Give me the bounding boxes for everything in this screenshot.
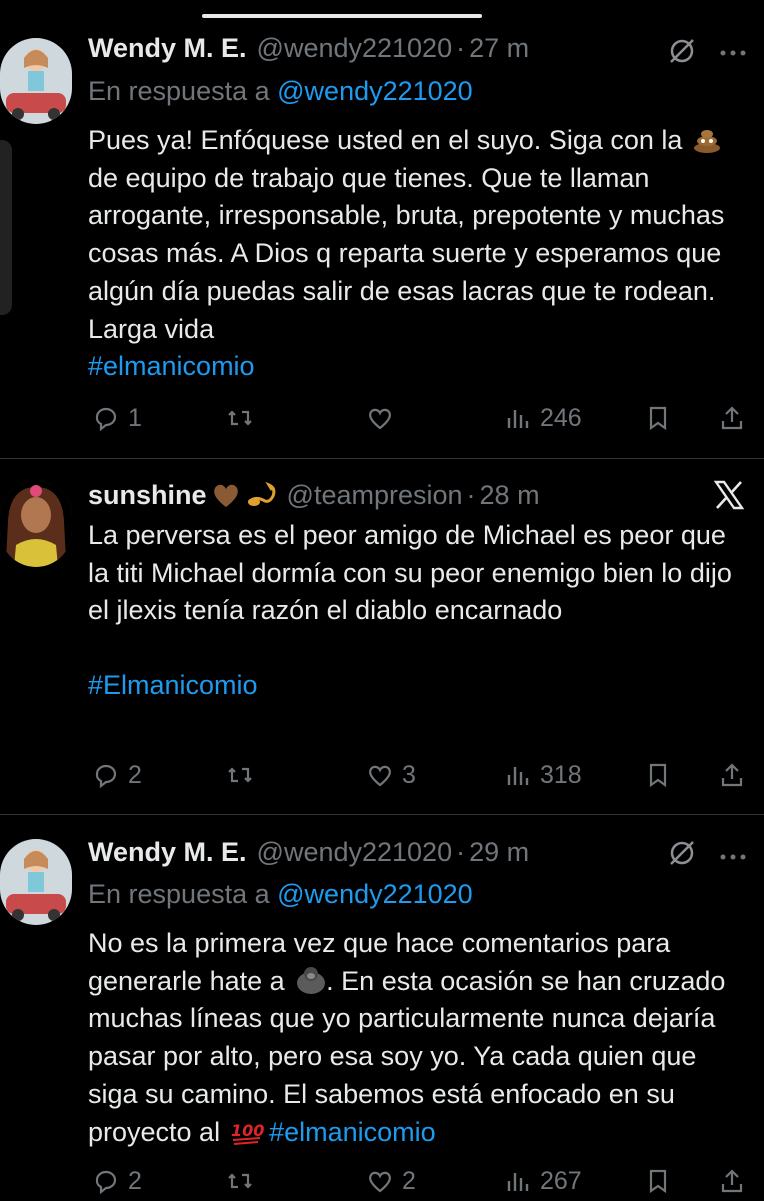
scorpion-emoji [245, 480, 275, 510]
reply-count: 2 [128, 1166, 142, 1195]
tweet-header: sunshine @teampresion · 28 m [88, 475, 540, 515]
poop-emoji [692, 124, 722, 154]
display-name[interactable]: Wendy M. E. [88, 837, 247, 868]
share-icon [721, 763, 743, 787]
action-bar: 1 246 [88, 398, 748, 438]
bookmark-button[interactable] [644, 1161, 672, 1201]
views-count: 318 [540, 760, 582, 789]
reply-button[interactable]: 1 [92, 398, 142, 438]
bookmark-button[interactable] [644, 755, 672, 795]
like-button[interactable]: 3 [366, 755, 416, 795]
reply-button[interactable]: 2 [92, 755, 142, 795]
display-name[interactable]: Wendy M. E. [88, 33, 247, 64]
timestamp[interactable]: 27 m [469, 33, 529, 64]
views-icon [507, 1173, 529, 1191]
reply-count: 1 [128, 403, 142, 432]
views-icon [507, 767, 529, 785]
hundred-points-emoji: 100 [230, 1116, 264, 1146]
avatar[interactable] [0, 839, 72, 925]
like-button[interactable] [366, 398, 402, 438]
tweet-text-part: de equipo de trabajo que tienes. Que te … [88, 162, 725, 344]
x-logo-icon[interactable] [713, 479, 745, 516]
like-button[interactable]: 2 [366, 1161, 416, 1201]
username[interactable]: @wendy221020 [257, 837, 453, 868]
share-button[interactable] [718, 1161, 746, 1201]
tweet-text-part: Pues ya! Enfóquese usted en el suyo. Sig… [88, 125, 683, 155]
tweet[interactable]: Wendy M. E. @wendy221020 · 27 m En respu… [0, 0, 764, 458]
gorilla-emoji [294, 965, 326, 995]
like-count: 2 [402, 1166, 416, 1195]
action-bar: 2 2 267 [88, 1161, 748, 1201]
heart-icon [369, 1171, 391, 1193]
heart-icon [369, 765, 391, 787]
views-count: 246 [540, 403, 582, 432]
more-options-icon[interactable] [720, 44, 746, 62]
reply-context: En respuesta a @wendy221020 [88, 879, 473, 910]
reply-mention-link[interactable]: @wendy221020 [277, 76, 473, 106]
reply-context: En respuesta a @wendy221020 [88, 76, 473, 107]
brown-heart-emoji [211, 480, 241, 510]
views-icon [507, 410, 529, 428]
hashtag-link[interactable]: #elmanicomio [88, 351, 255, 381]
share-button[interactable] [718, 755, 746, 795]
reply-count: 2 [128, 760, 142, 789]
tweet-text-part: La perversa es el peor amigo de Michael … [88, 520, 732, 626]
tweet-text: Pues ya! Enfóquese usted en el suyo. Sig… [88, 122, 748, 386]
cartoon-avatar-icon [0, 481, 72, 567]
retweet-icon [228, 410, 252, 426]
reply-prefix: En respuesta a [88, 879, 270, 909]
more-options-icon[interactable] [720, 848, 746, 866]
retweet-icon [228, 1173, 252, 1189]
retweet-button[interactable] [226, 398, 262, 438]
muted-icon[interactable] [667, 36, 697, 71]
avatar[interactable] [0, 38, 72, 124]
share-icon [721, 406, 743, 430]
views-count: 267 [540, 1166, 582, 1195]
avatar[interactable] [0, 481, 72, 567]
heart-icon [369, 408, 391, 430]
cartoon-avatar-icon [0, 839, 72, 925]
retweet-button[interactable] [226, 1161, 262, 1201]
reply-prefix: En respuesta a [88, 76, 270, 106]
tweet[interactable]: sunshine @teampresion · 28 m La perversa… [0, 459, 764, 814]
muted-icon[interactable] [667, 838, 697, 873]
bookmark-button[interactable] [644, 398, 672, 438]
reply-icon [95, 764, 117, 789]
bookmark-icon [649, 763, 667, 788]
username[interactable]: @teampresion [287, 480, 463, 511]
timestamp[interactable]: 28 m [480, 480, 540, 511]
views-button[interactable]: 246 [504, 398, 582, 438]
retweet-button[interactable] [226, 755, 262, 795]
reply-mention-link[interactable]: @wendy221020 [277, 879, 473, 909]
cartoon-avatar-icon [0, 38, 72, 124]
retweet-icon [228, 767, 252, 783]
tweet-text: No es la primera vez que hace comentario… [88, 925, 748, 1151]
separator: · [456, 32, 466, 63]
tweet-text: La perversa es el peor amigo de Michael … [88, 517, 748, 705]
separator: · [466, 479, 476, 510]
share-icon [721, 1169, 743, 1193]
hashtag-link[interactable]: #elmanicomio [269, 1117, 436, 1147]
reply-button[interactable]: 2 [92, 1161, 142, 1201]
reply-icon [95, 1170, 117, 1195]
bookmark-icon [649, 1169, 667, 1194]
tweet[interactable]: Wendy M. E. @wendy221020 · 29 m En respu… [0, 815, 764, 1199]
action-bar: 2 3 318 [88, 755, 748, 795]
like-count: 3 [402, 760, 416, 789]
reply-icon [95, 407, 117, 432]
bookmark-icon [649, 406, 667, 431]
timestamp[interactable]: 29 m [469, 837, 529, 868]
views-button[interactable]: 318 [504, 755, 582, 795]
tweet-header: Wendy M. E. @wendy221020 · 27 m [88, 28, 529, 68]
separator: · [456, 836, 466, 867]
tweet-header: Wendy M. E. @wendy221020 · 29 m [88, 832, 529, 872]
share-button[interactable] [718, 398, 746, 438]
username[interactable]: @wendy221020 [257, 33, 453, 64]
display-name[interactable]: sunshine [88, 480, 207, 511]
hashtag-link[interactable]: #Elmanicomio [88, 670, 258, 700]
views-button[interactable]: 267 [504, 1161, 582, 1201]
